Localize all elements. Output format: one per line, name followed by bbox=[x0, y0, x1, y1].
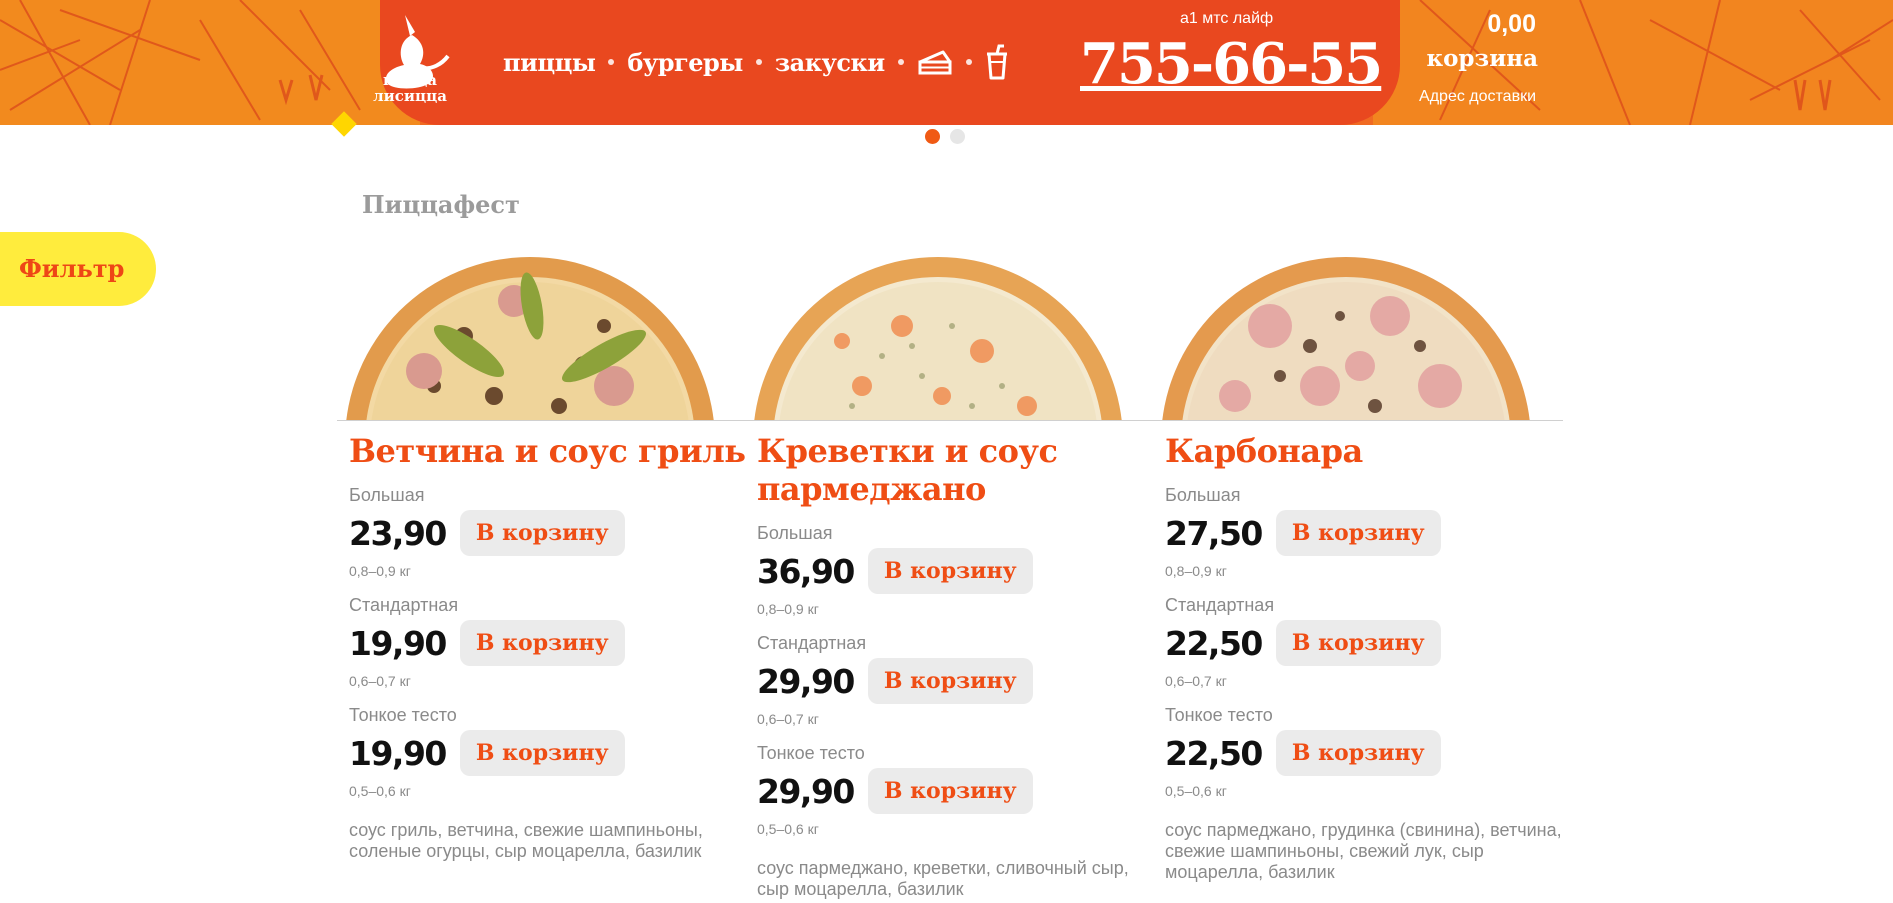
weight: 0,8–0,9 кг bbox=[349, 563, 411, 579]
product-title[interactable]: Карбонара bbox=[1165, 432, 1565, 470]
weight: 0,5–0,6 кг bbox=[757, 821, 819, 837]
price: 19,90 bbox=[349, 733, 447, 773]
price-row: 29,90 В корзину bbox=[757, 658, 1157, 704]
nav-item-pizza[interactable]: пиццы bbox=[503, 48, 596, 77]
add-to-cart-button[interactable]: В корзину bbox=[867, 658, 1033, 704]
size-name: Тонкое тесто bbox=[1165, 705, 1273, 725]
product-card-3: Карбонара Большая 27,50 В корзину 0,8–0,… bbox=[1165, 432, 1565, 883]
price: 27,50 bbox=[1165, 513, 1263, 553]
delivery-address-link[interactable]: Адрес доставки bbox=[1419, 88, 1536, 106]
size-name: Большая bbox=[757, 523, 833, 543]
filter-label: Фильтр bbox=[19, 254, 125, 283]
size-name: Большая bbox=[349, 485, 425, 505]
cake-icon[interactable] bbox=[917, 48, 953, 76]
add-to-cart-button[interactable]: В корзину bbox=[459, 620, 625, 666]
price: 22,50 bbox=[1165, 733, 1263, 773]
pizza-carbonara-image bbox=[1162, 257, 1530, 420]
cart-total[interactable]: 0,00 bbox=[1487, 10, 1536, 39]
product-card-1: Ветчина и соус гриль Большая 23,90 В кор… bbox=[349, 432, 749, 862]
page: пицца лисицца пиццы бургеры закуски а1 м… bbox=[0, 0, 1893, 903]
weight: 0,6–0,7 кг bbox=[757, 711, 819, 727]
price: 23,90 bbox=[349, 513, 447, 553]
price-row: 36,90 В корзину bbox=[757, 548, 1157, 594]
price-row: 29,90 В корзину bbox=[757, 768, 1157, 814]
size-name: Стандартная bbox=[349, 595, 459, 615]
price: 22,50 bbox=[1165, 623, 1263, 663]
weight: 0,6–0,7 кг bbox=[349, 673, 411, 689]
ingredients: соус гриль, ветчина, свежие шампиньоны, … bbox=[349, 820, 703, 861]
add-to-cart-button[interactable]: В корзину bbox=[459, 730, 625, 776]
ingredients: соус пармеджано, грудинка (свинина), вет… bbox=[1165, 820, 1562, 882]
product-image-1[interactable] bbox=[344, 256, 716, 420]
size-name: Стандартная bbox=[1165, 595, 1275, 615]
add-to-cart-button[interactable]: В корзину bbox=[1275, 620, 1441, 666]
size-name: Тонкое тесто bbox=[349, 705, 457, 725]
carousel-dots bbox=[925, 129, 965, 144]
nav-separator bbox=[755, 59, 762, 65]
cart-link[interactable]: корзина bbox=[1426, 45, 1538, 72]
price-row: 23,90 В корзину bbox=[349, 510, 749, 556]
product-title[interactable]: Креветки и соус пармеджано bbox=[757, 432, 1157, 508]
price: 36,90 bbox=[757, 551, 855, 591]
price-row: 22,50 В корзину bbox=[1165, 730, 1565, 776]
weight: 0,5–0,6 кг bbox=[1165, 783, 1227, 799]
weight: 0,8–0,9 кг bbox=[1165, 563, 1227, 579]
weight: 0,8–0,9 кг bbox=[757, 601, 819, 617]
products-divider bbox=[337, 420, 1563, 421]
price-row: 19,90 В корзину bbox=[349, 620, 749, 666]
pizza-ham-grill-image bbox=[346, 257, 714, 420]
nav-separator bbox=[897, 59, 904, 65]
logo-text: пицца лисицца bbox=[373, 71, 447, 105]
carousel-dot-2[interactable] bbox=[950, 129, 965, 144]
add-to-cart-button[interactable]: В корзину bbox=[1275, 730, 1441, 776]
price-row: 22,50 В корзину bbox=[1165, 620, 1565, 666]
add-to-cart-button[interactable]: В корзину bbox=[459, 510, 625, 556]
nav-item-snacks[interactable]: закуски bbox=[775, 48, 885, 77]
phone-operators: а1 мтс лайф bbox=[1180, 10, 1274, 27]
weight: 0,6–0,7 кг bbox=[1165, 673, 1227, 689]
pizza-shrimp-parmigiano-image bbox=[754, 257, 1122, 420]
add-to-cart-button[interactable]: В корзину bbox=[1275, 510, 1441, 556]
header: пицца лисицца пиццы бургеры закуски а1 м… bbox=[0, 0, 1893, 125]
nav-item-burgers[interactable]: бургеры bbox=[627, 48, 743, 77]
size-name: Тонкое тесто bbox=[757, 743, 865, 763]
main-nav: пиццы бургеры закуски bbox=[503, 44, 1009, 80]
size-name: Большая bbox=[1165, 485, 1241, 505]
price: 19,90 bbox=[349, 623, 447, 663]
drink-icon[interactable] bbox=[985, 44, 1009, 80]
product-image-2[interactable] bbox=[752, 256, 1124, 420]
nav-separator bbox=[965, 59, 972, 65]
ingredients: соус пармеджано, креветки, сливочный сыр… bbox=[757, 858, 1129, 899]
product-card-2: Креветки и соус пармеджано Большая 36,90… bbox=[757, 432, 1157, 900]
filter-button[interactable]: Фильтр bbox=[0, 232, 156, 306]
weight: 0,5–0,6 кг bbox=[349, 783, 411, 799]
add-to-cart-button[interactable]: В корзину bbox=[867, 548, 1033, 594]
section-title: Пиццафест bbox=[362, 190, 520, 219]
header-scribble-left bbox=[0, 0, 361, 125]
price-row: 19,90 В корзину bbox=[349, 730, 749, 776]
product-image-3[interactable] bbox=[1160, 256, 1532, 420]
phone-number[interactable]: 755-66-55 bbox=[1080, 30, 1383, 98]
size-name: Стандартная bbox=[757, 633, 867, 653]
nav-separator bbox=[608, 59, 615, 65]
price: 29,90 bbox=[757, 661, 855, 701]
product-title[interactable]: Ветчина и соус гриль bbox=[349, 432, 749, 470]
price: 29,90 bbox=[757, 771, 855, 811]
price-row: 27,50 В корзину bbox=[1165, 510, 1565, 556]
add-to-cart-button[interactable]: В корзину bbox=[867, 768, 1033, 814]
carousel-dot-1[interactable] bbox=[925, 129, 940, 144]
